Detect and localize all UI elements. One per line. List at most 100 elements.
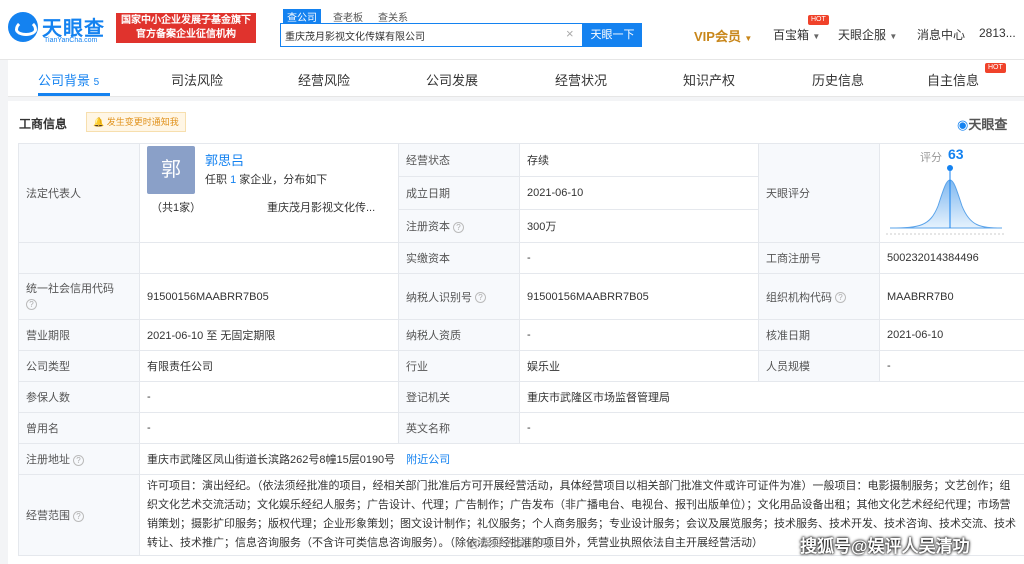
org-label: 组织机构代码 [766, 291, 832, 304]
tianyancha-logo[interactable]: 天眼查 TianYanCha.com [8, 10, 110, 48]
summary-suffix: 家企业，分布如下 [239, 174, 328, 186]
approve-label: 核准日期 [758, 319, 880, 351]
tab-self-info[interactable]: 自主信息 [927, 70, 979, 89]
insured-value: - [139, 381, 399, 413]
chevron-down-icon: ▼ [889, 32, 898, 41]
promo-banner[interactable]: 国家中小企业发展子基金旗下 官方备案企业征信机构 [116, 13, 256, 43]
score-cell[interactable]: 评分 63 [879, 143, 1024, 243]
paid-label: 实缴资本 [398, 242, 520, 274]
sohu-watermark: 搜狐号@娱评人吴清功 [800, 537, 970, 556]
address-label-cell: 注册地址? [18, 443, 140, 475]
industry-label: 行业 [398, 350, 520, 382]
table-row: 注册地址? 重庆市武隆区凤山街道长滨路262号8幢15层0190号 附近公司 [18, 443, 1024, 475]
search-input[interactable] [285, 28, 555, 42]
former-name-label: 曾用名 [18, 412, 140, 444]
paid-value: - [519, 242, 759, 274]
legal-rep-summary: 任职 1 家企业，分布如下 [205, 171, 327, 187]
search-tab-boss[interactable]: 查老板 [333, 9, 363, 24]
search-box: × [280, 23, 583, 47]
help-icon[interactable]: ? [475, 292, 486, 304]
address-value: 重庆市武隆区凤山街道长滨路262号8幢15层0190号 [147, 454, 396, 466]
avatar[interactable]: 郭 [147, 146, 195, 194]
search-button[interactable]: 天眼一下 [583, 23, 642, 47]
former-name-value: - [139, 412, 399, 444]
section-title: 工商信息 [19, 117, 68, 131]
tab-ip[interactable]: 知识产权 [683, 70, 735, 89]
english-name-value: - [519, 412, 1024, 444]
staff-label: 人员规模 [758, 350, 880, 382]
business-info-panel: 工商信息 🔔 发生变更时通知我 ◉天眼查 法定代表人 郭 郭思吕 任职 1 家企… [8, 101, 1024, 564]
status-value: 存续 [519, 143, 759, 177]
credit-label: 统一社会信用代码 [26, 282, 114, 295]
legal-rep-company[interactable]: 重庆茂月影视文化传... [267, 199, 375, 215]
summary-count: 1 [230, 174, 237, 186]
tab-background[interactable]: 公司背景 5 [38, 70, 99, 89]
baibao-menu[interactable]: 百宝箱 ▼ [773, 26, 820, 42]
industry-value: 娱乐业 [519, 350, 759, 382]
weibo-watermark: @娱评人吴清功 [468, 536, 553, 550]
address-label: 注册地址 [26, 454, 70, 466]
authority-label: 登记机关 [398, 381, 520, 413]
authority-value: 重庆市武隆区市场监督管理局 [519, 381, 1024, 413]
legal-rep-card: 郭 郭思吕 任职 1 家企业，分布如下 （共1家） 重庆茂月影视文化传... [147, 145, 391, 242]
hot-badge: HOT [808, 15, 829, 25]
type-label: 公司类型 [18, 350, 140, 382]
help-icon[interactable]: ? [73, 454, 84, 466]
business-info-table: 法定代表人 郭 郭思吕 任职 1 家企业，分布如下 （共1家） 重庆茂月影视文化… [18, 143, 1024, 556]
vip-label: VIP会员 [694, 29, 741, 44]
help-icon[interactable]: ? [453, 221, 464, 233]
promo-line-1: 国家中小企业发展子基金旗下 [121, 15, 251, 26]
staff-value: - [879, 350, 1024, 382]
search-tab-company[interactable]: 查公司 [283, 9, 321, 24]
eye-logo-icon [8, 12, 38, 42]
enterprise-label: 天眼企服 [838, 28, 887, 42]
table-row: 实缴资本 - 工商注册号 500232014384496 [18, 242, 1024, 274]
credit-label-cell: 统一社会信用代码? [18, 273, 140, 320]
notify-label: 发生变更时通知我 [106, 117, 179, 127]
help-icon[interactable]: ? [835, 292, 846, 304]
org-label-cell: 组织机构代码? [758, 273, 880, 320]
legal-rep-label: 法定代表人 [18, 143, 140, 243]
vip-link[interactable]: VIP会员 ▼ [694, 26, 752, 44]
table-row: 参保人数 - 登记机关 重庆市武隆区市场监督管理局 [18, 381, 1024, 413]
capital-label: 注册资本 [406, 221, 450, 233]
term-label: 营业期限 [18, 319, 140, 351]
message-label: 消息中心 [917, 28, 966, 42]
legal-rep-total: （共1家） [151, 202, 202, 214]
nearby-companies-link[interactable]: 附近公司 [406, 454, 450, 466]
tab-development[interactable]: 公司发展 [426, 70, 478, 89]
user-menu[interactable]: 2813... [979, 26, 1016, 42]
eye-icon: ◉ [957, 117, 969, 132]
search-tab-relation[interactable]: 查关系 [378, 9, 408, 24]
score-chart: 评分 63 [881, 146, 1009, 240]
tax-label-cell: 纳税人识别号? [398, 273, 520, 320]
user-label: 2813... [979, 26, 1016, 40]
bell-icon: 🔔 [93, 117, 105, 127]
brand-mark-text: 天眼查 [968, 117, 1008, 132]
tab-history[interactable]: 历史信息 [812, 70, 864, 89]
legal-rep-label-cont [18, 242, 140, 274]
reg-no-value: 500232014384496 [879, 242, 1024, 274]
help-icon[interactable]: ? [26, 299, 37, 311]
enterprise-menu[interactable]: 天眼企服 ▼ [838, 26, 897, 42]
chevron-down-icon: ▼ [812, 32, 821, 41]
scope-label: 经营范围 [26, 510, 70, 522]
tab-background-label: 公司背景 [38, 73, 91, 88]
tab-background-count: 5 [93, 77, 100, 88]
notify-change-button[interactable]: 🔔 发生变更时通知我 [86, 112, 186, 132]
clear-icon[interactable]: × [566, 26, 574, 41]
address-cell: 重庆市武隆区凤山街道长滨路262号8幢15层0190号 附近公司 [139, 443, 1024, 475]
tab-operating-status[interactable]: 经营状况 [555, 70, 607, 89]
tab-operating-risk[interactable]: 经营风险 [298, 70, 350, 89]
legal-rep-name[interactable]: 郭思吕 [205, 150, 244, 169]
status-label: 经营状态 [398, 143, 520, 177]
table-row: 营业期限 2021-06-10 至 无固定期限 纳税人资质 - 核准日期 202… [18, 319, 1024, 351]
message-center[interactable]: 消息中心 [917, 26, 965, 42]
help-icon[interactable]: ? [73, 510, 84, 522]
legal-rep-cell: 郭 郭思吕 任职 1 家企业，分布如下 （共1家） 重庆茂月影视文化传... [139, 143, 399, 243]
legal-rep-cell-cont [139, 242, 399, 274]
taxpayer-label: 纳税人资质 [398, 319, 520, 351]
promo-line-2: 官方备案企业征信机构 [136, 29, 236, 40]
tab-legal-risk[interactable]: 司法风险 [171, 70, 223, 89]
capital-value: 300万 [519, 209, 759, 243]
